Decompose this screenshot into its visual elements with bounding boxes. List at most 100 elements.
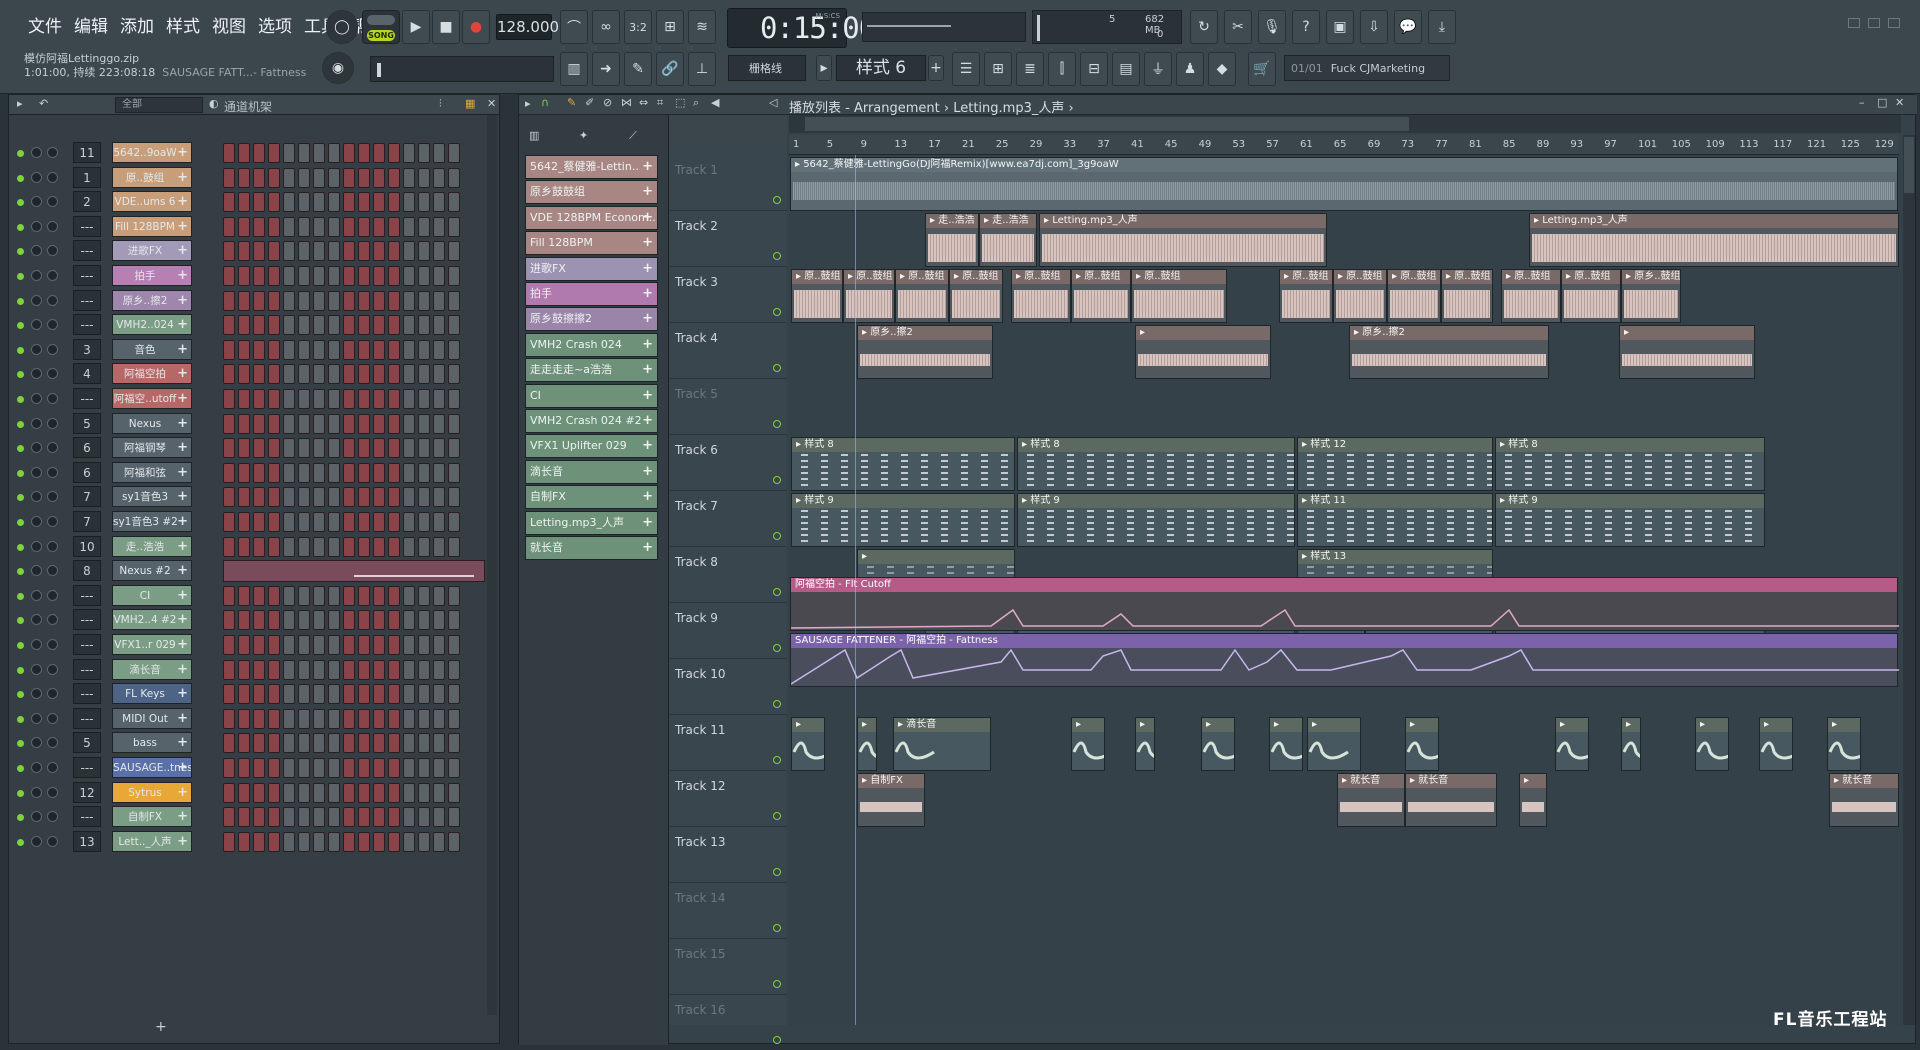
audio-clip[interactable]: ▸ 原..鼓组 (949, 269, 1003, 323)
track-header[interactable]: Track 10 (669, 659, 787, 715)
step-button[interactable] (223, 758, 235, 778)
channel-mixer-track[interactable]: --- (73, 265, 101, 286)
master-volume-pitch[interactable] (862, 12, 1026, 42)
channel-mixer-track[interactable]: 11 (73, 142, 101, 163)
step-button[interactable] (298, 290, 310, 311)
channel-name-button[interactable]: sy1音色3 #2 + (112, 511, 192, 532)
step-button[interactable] (313, 339, 325, 360)
channel-mute-led[interactable] (17, 297, 24, 305)
step-button[interactable] (223, 536, 235, 557)
picker-item[interactable]: Fill 128BPM + (525, 231, 658, 256)
channel-volume-knob[interactable] (47, 688, 58, 700)
step-button[interactable] (388, 610, 400, 631)
step-button[interactable] (298, 610, 310, 631)
channel-mixer-track[interactable]: 12 (73, 781, 101, 803)
step-button[interactable] (433, 167, 445, 188)
step-button[interactable] (313, 241, 325, 262)
step-button[interactable] (433, 364, 445, 385)
step-button[interactable] (403, 684, 415, 705)
step-button[interactable] (448, 733, 460, 754)
channel-name-button[interactable]: 滴长音 + (112, 658, 192, 680)
step-button[interactable] (448, 413, 460, 434)
step-button[interactable] (388, 831, 400, 852)
magnet-icon[interactable]: ∩ (541, 96, 549, 109)
step-button[interactable] (328, 266, 340, 286)
step-button[interactable] (343, 635, 355, 655)
step-button[interactable] (253, 389, 265, 409)
step-button[interactable] (358, 487, 370, 508)
help-icon[interactable]: ? (1292, 10, 1320, 44)
rack-scrollbar[interactable] (487, 115, 497, 1015)
step-button[interactable] (388, 758, 400, 778)
channel-volume-knob[interactable] (47, 220, 58, 232)
step-button[interactable] (358, 192, 370, 213)
step-button[interactable] (373, 708, 385, 729)
step-button[interactable] (358, 290, 370, 311)
mute-icon[interactable]: ⋈ (621, 96, 632, 109)
track-header[interactable]: Track 15 (669, 939, 787, 995)
step-button[interactable] (343, 684, 355, 705)
step-button[interactable] (373, 733, 385, 754)
step-button[interactable] (238, 684, 250, 705)
step-button[interactable] (343, 216, 355, 237)
step-button[interactable] (388, 389, 400, 409)
channel-mixer-track[interactable]: --- (73, 806, 101, 828)
step-button[interactable] (433, 782, 445, 803)
step-button[interactable] (448, 167, 460, 188)
channel-name-button[interactable]: VDE..ums 6 + (112, 191, 192, 213)
channel-pan-knob[interactable] (31, 343, 42, 355)
picker-item[interactable]: VDE 128BPM Econom.. + (525, 205, 658, 230)
channel-mute-led[interactable] (17, 199, 24, 207)
step-button[interactable] (433, 192, 445, 213)
channel-mixer-track[interactable]: --- (73, 707, 101, 729)
step-button[interactable] (313, 831, 325, 852)
step-button[interactable] (223, 487, 235, 508)
step-button[interactable] (283, 192, 295, 213)
pattern-clip[interactable]: ▸ 滴长音 (893, 717, 991, 771)
step-button[interactable] (358, 216, 370, 237)
step-button[interactable] (448, 143, 460, 163)
step-button[interactable] (283, 635, 295, 655)
channel-name-button[interactable]: 走..浩浩 + (112, 535, 192, 557)
channel-volume-knob[interactable] (47, 270, 58, 281)
step-button[interactable] (298, 143, 310, 163)
step-button[interactable] (223, 782, 235, 803)
step-button[interactable] (433, 684, 445, 705)
step-button[interactable] (343, 167, 355, 188)
zoom-icon[interactable]: ⌕ (693, 96, 699, 110)
channel-mute-led[interactable] (17, 691, 24, 699)
channel-pan-knob[interactable] (31, 565, 42, 577)
track-header[interactable]: Track 7 (669, 491, 787, 547)
channel-rack-icon[interactable]: ≣ (1016, 52, 1044, 86)
step-button[interactable] (268, 315, 280, 336)
audio-clip[interactable]: ▸ (1619, 325, 1755, 379)
step-button[interactable] (283, 143, 295, 163)
step-button[interactable] (313, 216, 325, 237)
step-button[interactable] (298, 536, 310, 557)
pattern-clip[interactable]: ▸ (1307, 717, 1361, 771)
track-enable-icon[interactable] (773, 924, 781, 932)
step-button[interactable] (433, 708, 445, 729)
step-button[interactable] (388, 192, 400, 213)
step-button[interactable] (283, 413, 295, 434)
step-button[interactable] (373, 167, 385, 188)
pattern-clip[interactable]: ▸ (1621, 717, 1641, 771)
channel-mute-led[interactable] (17, 396, 24, 403)
step-button[interactable] (283, 241, 295, 262)
step-button[interactable] (253, 512, 265, 532)
step-button[interactable] (358, 339, 370, 360)
step-button[interactable] (283, 339, 295, 360)
audio-clip[interactable]: ▸ 原..鼓组 (1501, 269, 1561, 323)
step-button[interactable] (418, 216, 430, 237)
step-button[interactable] (313, 807, 325, 828)
menu-view[interactable]: 视图 (208, 12, 250, 37)
track-header[interactable]: Track 8 (669, 547, 787, 603)
step-button[interactable] (253, 290, 265, 311)
step-button[interactable] (343, 487, 355, 508)
step-button[interactable] (403, 708, 415, 729)
channel-pan-knob[interactable] (31, 270, 42, 281)
step-button[interactable] (418, 684, 430, 705)
channel-mute-led[interactable] (17, 322, 24, 330)
track-header[interactable]: Track 3 (669, 267, 787, 323)
step-button[interactable] (388, 585, 400, 606)
